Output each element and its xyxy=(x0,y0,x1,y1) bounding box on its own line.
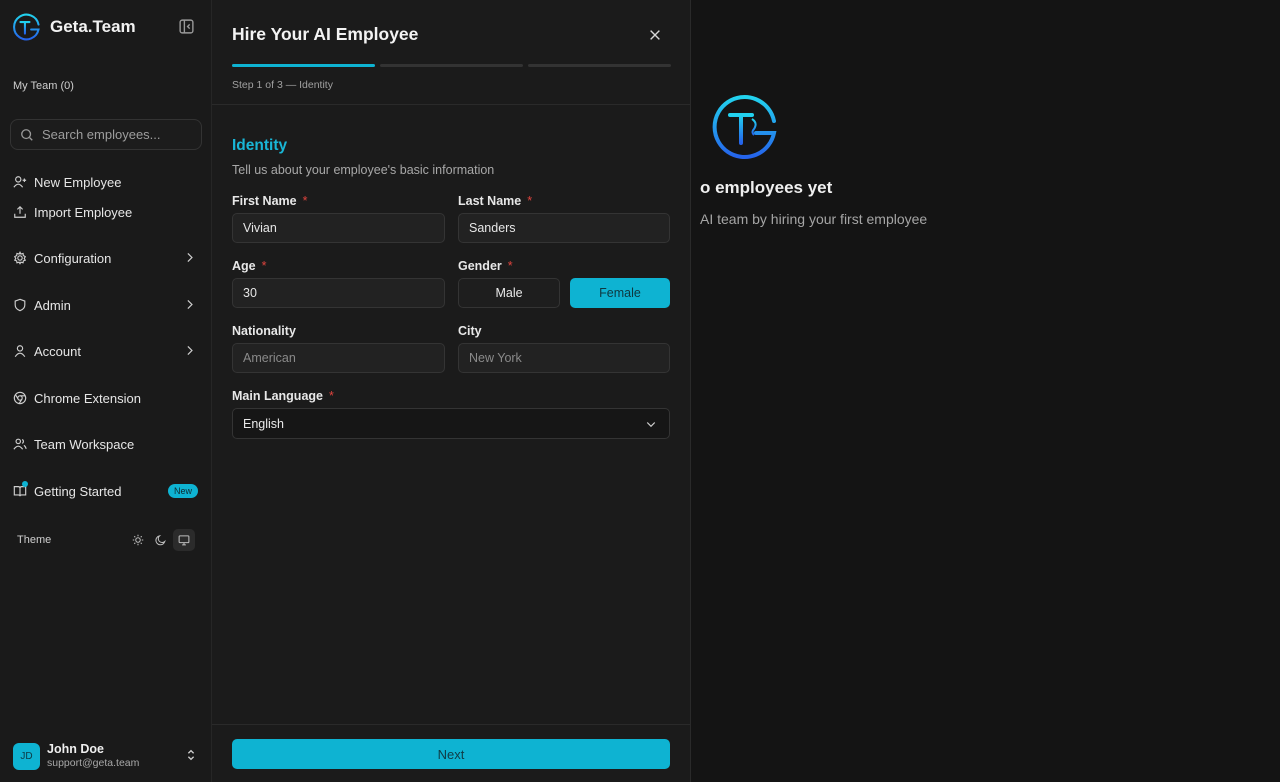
gender-male-button[interactable]: Male xyxy=(458,278,560,308)
sidebar-item-import-employee[interactable]: Import Employee xyxy=(13,200,200,224)
dark-theme-button[interactable] xyxy=(150,529,172,551)
search-input[interactable] xyxy=(42,127,192,142)
user-icon xyxy=(14,345,26,358)
theme-switcher: Theme xyxy=(17,529,197,551)
first-name-input[interactable] xyxy=(232,213,445,243)
close-icon[interactable] xyxy=(648,28,662,42)
user-menu[interactable]: JD John Doe support@geta.team xyxy=(13,741,200,771)
sidebar-item-getting-started[interactable]: Getting Started New xyxy=(13,479,200,503)
sidebar-item-label: Import Employee xyxy=(34,204,133,220)
sidebar-item-label: Configuration xyxy=(34,250,112,266)
sidebar-item-team-workspace[interactable]: Team Workspace xyxy=(13,432,200,456)
required-mark: * xyxy=(527,194,533,208)
first-name-label: First Name * xyxy=(232,194,308,208)
city-input[interactable] xyxy=(458,343,670,373)
user-plus-icon xyxy=(13,176,27,188)
nationality-label: Nationality xyxy=(232,324,296,338)
sun-icon xyxy=(132,534,144,546)
step-text: Step 1 of 3 — Identity xyxy=(232,79,333,91)
nationality-input[interactable] xyxy=(232,343,445,373)
chrome-icon xyxy=(13,391,27,405)
users-icon xyxy=(13,438,27,450)
sidebar-item-chrome-extension[interactable]: Chrome Extension xyxy=(13,386,200,410)
last-name-label: Last Name * xyxy=(458,194,533,208)
system-theme-button[interactable] xyxy=(173,529,195,551)
chevrons-up-down-icon xyxy=(187,749,195,761)
sidebar: Geta.Team My Team (0) New Employee Impor… xyxy=(0,0,212,782)
footer-divider xyxy=(212,724,691,725)
header-divider xyxy=(212,104,691,105)
gender-label: Gender * xyxy=(458,259,513,273)
sidebar-item-account[interactable]: Account xyxy=(13,339,200,363)
geta-logo-large xyxy=(712,95,777,159)
empty-state-title: o employees yet xyxy=(700,178,833,197)
dialog-title: Hire Your AI Employee xyxy=(232,24,419,44)
theme-label: Theme xyxy=(17,534,52,546)
age-input[interactable] xyxy=(232,278,445,308)
step-indicator-1 xyxy=(232,64,375,67)
sidebar-item-label: Admin xyxy=(34,297,71,313)
sidebar-item-new-employee[interactable]: New Employee xyxy=(13,170,200,194)
main-language-value: English xyxy=(243,416,284,431)
sidebar-item-label: Team Workspace xyxy=(34,436,135,452)
sidebar-item-label: Chrome Extension xyxy=(34,390,141,406)
hire-employee-dialog: Hire Your AI Employee Step 1 of 3 — Iden… xyxy=(212,0,691,782)
main-language-label: Main Language * xyxy=(232,389,334,403)
brand-name: Geta.Team xyxy=(50,17,136,36)
required-mark: * xyxy=(507,259,513,273)
user-email: support@geta.team xyxy=(47,757,140,770)
brand[interactable]: Geta.Team xyxy=(13,13,136,41)
monitor-icon xyxy=(178,535,190,546)
required-mark: * xyxy=(302,194,308,208)
sidebar-item-admin[interactable]: Admin xyxy=(13,293,200,317)
upload-icon xyxy=(14,205,26,218)
shield-icon xyxy=(14,298,26,312)
main-language-select[interactable]: English xyxy=(232,408,670,439)
required-mark: * xyxy=(261,259,267,273)
new-badge: New xyxy=(167,484,198,498)
chevron-right-icon xyxy=(187,253,193,262)
sidebar-item-configuration[interactable]: Configuration xyxy=(13,246,200,270)
city-label: City xyxy=(458,324,482,338)
required-mark: * xyxy=(328,389,334,403)
chevron-right-icon xyxy=(187,346,193,355)
last-name-input[interactable] xyxy=(458,213,670,243)
step-indicator-3 xyxy=(528,64,671,67)
search-icon xyxy=(21,128,33,141)
avatar: JD xyxy=(13,742,40,770)
moon-icon xyxy=(155,534,166,546)
my-team-label: My Team (0) xyxy=(13,80,74,92)
user-name: John Doe xyxy=(47,742,104,757)
sidebar-item-label: New Employee xyxy=(34,174,122,190)
gender-female-button[interactable]: Female xyxy=(570,278,670,308)
notification-dot xyxy=(22,481,28,487)
gear-icon xyxy=(13,251,27,265)
age-label: Age * xyxy=(232,259,267,273)
empty-state-subtitle: AI team by hiring your first employee xyxy=(700,211,928,227)
employee-search[interactable] xyxy=(10,119,202,150)
sidebar-item-label: Getting Started xyxy=(34,483,122,499)
section-title: Identity xyxy=(232,137,288,154)
sidebar-item-label: Account xyxy=(34,343,81,359)
next-button[interactable]: Next xyxy=(232,739,670,769)
section-subtitle: Tell us about your employee's basic info… xyxy=(232,163,495,177)
step-indicator-2 xyxy=(380,64,523,67)
light-theme-button[interactable] xyxy=(127,529,149,551)
geta-logo-icon xyxy=(13,13,40,41)
sidebar-collapse-icon[interactable] xyxy=(178,18,195,35)
chevron-right-icon xyxy=(187,300,193,309)
chevron-down-icon xyxy=(646,422,656,428)
